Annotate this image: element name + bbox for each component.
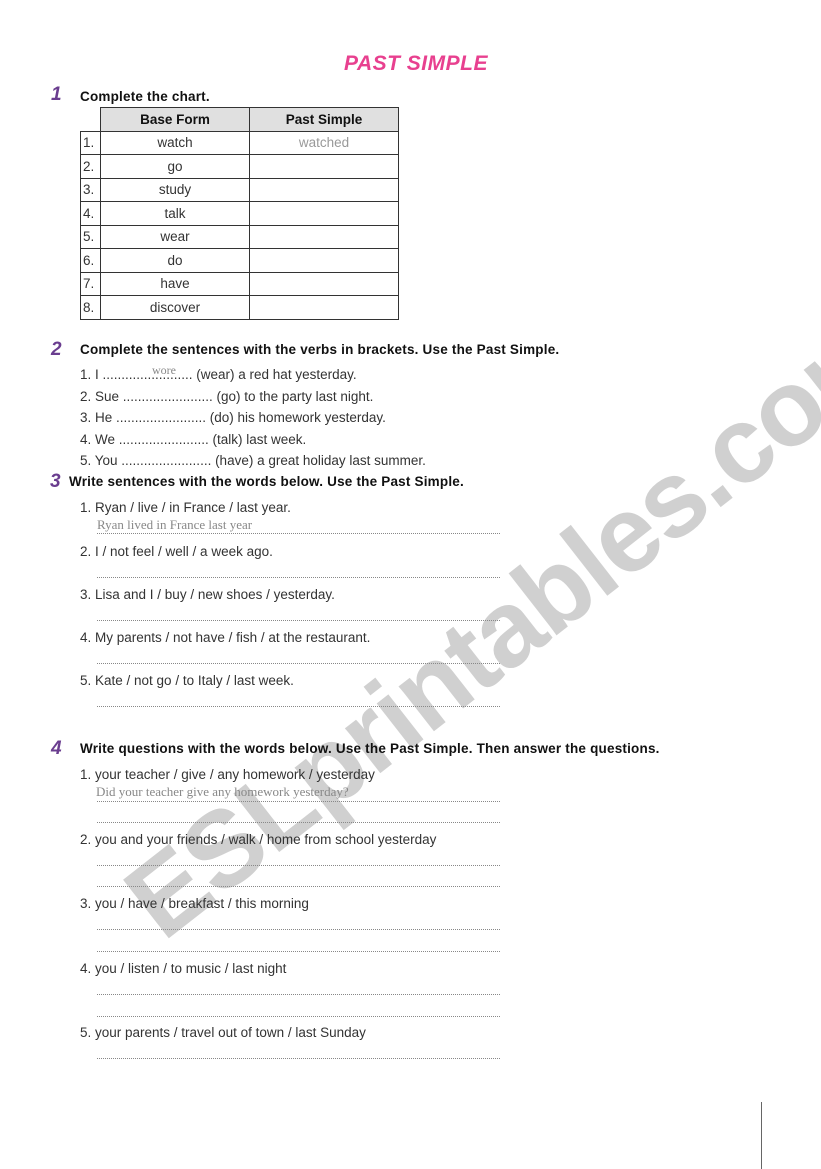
section-1-instruction: Complete the chart.	[80, 89, 210, 104]
page-title: PAST SIMPLE	[344, 52, 488, 75]
section-1-number: 1	[51, 84, 62, 105]
base-form-cell: talk	[100, 201, 250, 226]
past-simple-cell[interactable]	[249, 154, 399, 179]
row-index: 2.	[80, 154, 101, 179]
answer-line[interactable]	[97, 886, 500, 887]
prompt-item: 1. your teacher / give / any homework / …	[80, 767, 375, 782]
row-index: 8.	[80, 295, 101, 320]
past-simple-cell[interactable]	[249, 201, 399, 226]
page-edge-divider	[761, 1102, 762, 1169]
base-form-cell: study	[100, 177, 250, 202]
past-simple-cell[interactable]: watched	[249, 130, 399, 155]
table-row: 3. study	[80, 177, 399, 202]
prompt-item: 4. My parents / not have / fish / at the…	[80, 630, 371, 645]
prompt-item: 1. Ryan / live / in France / last year.	[80, 500, 291, 515]
past-simple-cell[interactable]	[249, 248, 399, 273]
answer-line[interactable]	[97, 951, 500, 952]
row-index: 5.	[80, 224, 101, 249]
row-index: 4.	[80, 201, 101, 226]
answer-line[interactable]	[97, 1058, 500, 1059]
base-form-cell: watch	[100, 130, 250, 155]
section-4-instruction: Write questions with the words below. Us…	[80, 741, 660, 756]
row-index: 3.	[80, 177, 101, 202]
header-past-simple: Past Simple	[249, 107, 399, 132]
base-form-cell: discover	[100, 295, 250, 320]
table-row: 2. go	[80, 154, 399, 179]
table-row: 7. have	[80, 271, 399, 296]
sentence-item: 1. I ........................ (wear) a r…	[80, 367, 357, 382]
sentence-item: 5. You ........................ (have) a…	[80, 453, 426, 468]
row-index: 7.	[80, 271, 101, 296]
base-form-cell: do	[100, 248, 250, 273]
answer-line[interactable]	[97, 663, 500, 664]
sentence-item: 3. He ........................ (do) his …	[80, 410, 386, 425]
chart-corner	[80, 107, 101, 131]
past-simple-cell[interactable]	[249, 224, 399, 249]
answer-line[interactable]	[97, 1016, 500, 1017]
row-index: 6.	[80, 248, 101, 273]
section-2-instruction: Complete the sentences with the verbs in…	[80, 342, 560, 357]
prompt-item: 5. your parents / travel out of town / l…	[80, 1025, 366, 1040]
past-simple-cell[interactable]	[249, 271, 399, 296]
section-4-number: 4	[51, 738, 62, 759]
sentence-item: 4. We ........................ (talk) la…	[80, 432, 307, 447]
past-simple-cell[interactable]	[249, 177, 399, 202]
base-form-cell: wear	[100, 224, 250, 249]
answer-line[interactable]	[97, 620, 500, 621]
answer-line[interactable]	[97, 533, 500, 534]
table-row: 6. do	[80, 248, 399, 273]
answer-line[interactable]	[97, 994, 500, 995]
answer-line[interactable]	[97, 929, 500, 930]
base-form-cell: go	[100, 154, 250, 179]
answer-line[interactable]	[97, 865, 500, 866]
prompt-item: 3. you / have / breakfast / this morning	[80, 896, 309, 911]
table-row: 8. discover	[80, 295, 399, 320]
answer-line[interactable]	[97, 706, 500, 707]
base-form-cell: have	[100, 271, 250, 296]
prompt-item: 4. you / listen / to music / last night	[80, 961, 287, 976]
answer-line[interactable]	[97, 822, 500, 823]
answer-line[interactable]	[97, 577, 500, 578]
answer-line[interactable]	[97, 801, 500, 802]
sentence-item: 2. Sue ........................ (go) to …	[80, 389, 374, 404]
prompt-item: 2. you and your friends / walk / home fr…	[80, 832, 437, 847]
prompt-item: 3. Lisa and I / buy / new shoes / yester…	[80, 587, 335, 602]
example-answer: Ryan lived in France last year	[97, 517, 253, 532]
row-index: 1.	[80, 130, 101, 155]
prompt-item: 2. I / not feel / well / a week ago.	[80, 544, 273, 559]
watermark: ESLprintables.com	[102, 284, 821, 961]
section-3-instruction: Write sentences with the words below. Us…	[69, 474, 464, 489]
table-row: 5. wear	[80, 224, 399, 249]
table-row: 1. watch watched	[80, 130, 399, 155]
header-base-form: Base Form	[100, 107, 250, 132]
table-row: 4. talk	[80, 201, 399, 226]
past-simple-cell[interactable]	[249, 295, 399, 320]
section-2-number: 2	[51, 339, 62, 360]
example-answer: Did your teacher give any homework yeste…	[96, 784, 349, 799]
section-3-number: 3	[50, 471, 61, 492]
verb-chart: Base Form Past Simple 1. watch watched 2. g…	[80, 107, 399, 320]
prompt-item: 5. Kate / not go / to Italy / last week.	[80, 673, 294, 688]
